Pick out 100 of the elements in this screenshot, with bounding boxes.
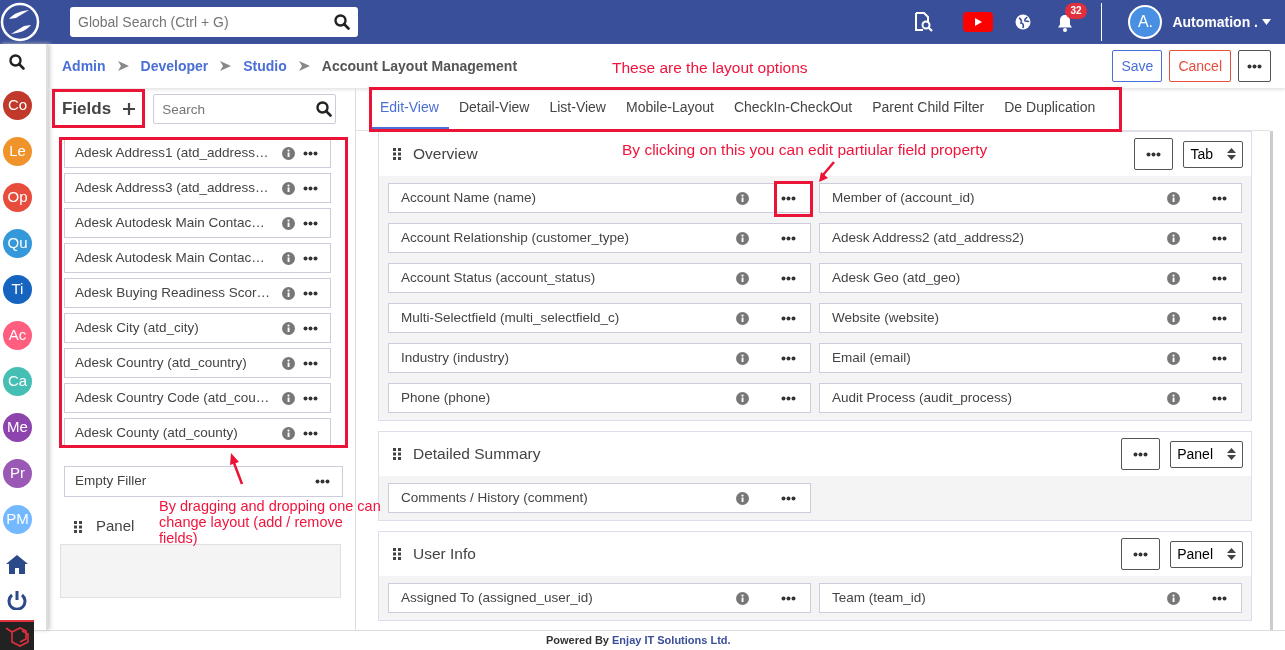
more-button[interactable] [1210,275,1229,281]
field-item[interactable]: Account Status (account_status) [388,263,811,293]
field-search-field[interactable]: Search [153,94,337,124]
more-button[interactable] [301,220,320,226]
more-button[interactable] [1134,137,1174,171]
annotation-arrow [229,453,245,485]
field-item[interactable]: Email (email) [819,343,1242,373]
tab[interactable]: List-View [539,88,616,130]
more-button[interactable] [1210,315,1229,321]
more-button[interactable] [779,355,798,361]
cancel-button[interactable]: Cancel [1169,49,1231,83]
add-field-button[interactable] [121,103,138,115]
more-button[interactable] [779,315,798,321]
search-icon [316,101,333,117]
tab[interactable]: Mobile-Layout [616,88,724,130]
field-item[interactable]: Audit Process (audit_process) [819,383,1242,413]
tab[interactable]: CheckIn-CheckOut [723,88,863,130]
more-button[interactable] [1210,195,1229,201]
tab[interactable]: Detail-View [448,88,540,130]
field-item[interactable]: Team (team_id) [819,583,1242,613]
sort-caret-icon [1227,148,1236,160]
more-button[interactable] [1121,437,1161,471]
ellipsis-icon [781,495,796,501]
save-button[interactable]: Save [1112,49,1163,83]
field-label: Adesk Buying Readiness Scor… [75,283,272,302]
field-item[interactable]: Adesk Address1 (atd_address… [64,138,331,168]
field-label: Adesk Address2 (atd_address2) [832,228,1026,247]
more-button[interactable] [1210,395,1229,401]
company-link[interactable]: Enjay IT Solutions Ltd. [612,634,731,646]
ellipsis-icon [1133,452,1149,458]
user-menu[interactable]: Automation . [1172,11,1271,33]
more-button[interactable] [779,595,798,601]
more-button[interactable] [301,360,320,366]
field-label: Account Status (account_status) [401,268,597,287]
field-item[interactable]: Adesk Address2 (atd_address2) [819,223,1242,253]
more-button[interactable] [779,235,798,241]
sort-caret-icon [1227,548,1236,560]
field-item[interactable]: Account Relationship (customer_type) [388,223,811,253]
more-button[interactable] [1210,595,1229,601]
field-item[interactable]: Adesk Geo (atd_geo) [819,263,1242,293]
field-item[interactable]: Website (website) [819,303,1242,333]
logo-icon[interactable] [0,2,40,42]
field-item[interactable]: Adesk Autodesk Main Contac… [64,208,331,238]
more-button[interactable] [301,255,320,261]
field-item[interactable]: Member of (account_id) [819,183,1242,213]
globe-icon[interactable] [1015,14,1032,30]
info-icon [282,286,295,300]
document-search-icon[interactable] [913,12,934,32]
field-item[interactable]: Adesk Address3 (atd_address… [64,173,331,203]
layout-type-select[interactable]: Panel [1170,440,1243,468]
section-title: Overview [413,144,478,165]
field-item[interactable]: Adesk County (atd_county) [64,418,331,448]
more-button[interactable] [301,150,320,156]
more-button[interactable] [1238,49,1271,83]
more-button[interactable] [1121,537,1161,571]
more-button[interactable] [313,479,332,484]
more-button[interactable] [1210,355,1229,361]
breadcrumb-link[interactable]: Developer [140,55,209,77]
annotation-box [774,181,813,217]
field-item[interactable]: Assigned To (assigned_user_id) [388,583,811,613]
tab[interactable]: Parent Child Filter [862,88,995,130]
ellipsis-icon [781,395,796,401]
module-avatar[interactable]: Pr [3,459,32,488]
field-item[interactable]: Industry (industry) [388,343,811,373]
global-search-field[interactable]: Global Search (Ctrl + G) [70,7,358,37]
tab[interactable]: De Duplication [994,88,1106,130]
info-icon [736,311,749,325]
more-button[interactable] [301,395,320,401]
breadcrumb-link[interactable]: Admin [62,55,106,77]
module-avatar[interactable]: Op [3,183,32,212]
module-avatar[interactable]: Ti [3,275,32,304]
more-button[interactable] [1210,235,1229,241]
more-button[interactable] [301,185,320,191]
more-button[interactable] [301,430,320,436]
more-button[interactable] [779,495,798,501]
module-avatar[interactable]: Me [3,413,32,442]
more-button[interactable] [301,290,320,296]
more-button[interactable] [301,325,320,331]
module-avatar[interactable]: Co [3,91,32,120]
video-play-icon[interactable] [963,12,994,32]
power-icon[interactable] [7,590,27,610]
field-item[interactable]: Adesk City (atd_city) [64,313,331,343]
more-button[interactable] [779,195,798,201]
more-button[interactable] [779,275,798,281]
field-item[interactable]: Adesk Country Code (atd_cou… [64,383,331,413]
breadcrumb-link[interactable]: Studio [243,55,287,77]
field-item[interactable]: Comments / History (comment) [388,483,811,513]
field-item[interactable]: Account Name (name) [388,183,811,213]
filler-item[interactable]: Empty Filler [64,466,343,497]
layout-type-select[interactable]: Tab [1183,140,1243,168]
field-item[interactable]: Adesk Country (atd_country) [64,348,331,378]
search-icon[interactable] [9,54,26,71]
more-button[interactable] [779,395,798,401]
home-icon[interactable] [6,554,28,574]
bell-icon[interactable] [1057,13,1074,32]
field-item[interactable]: Multi-Selectfield (multi_selectfield_c) [388,303,811,333]
field-item[interactable]: Adesk Buying Readiness Scor… [64,278,331,308]
field-item[interactable]: Adesk Autodesk Main Contac… [64,243,331,273]
layout-type-select[interactable]: Panel [1170,540,1243,568]
field-item[interactable]: Phone (phone) [388,383,811,413]
